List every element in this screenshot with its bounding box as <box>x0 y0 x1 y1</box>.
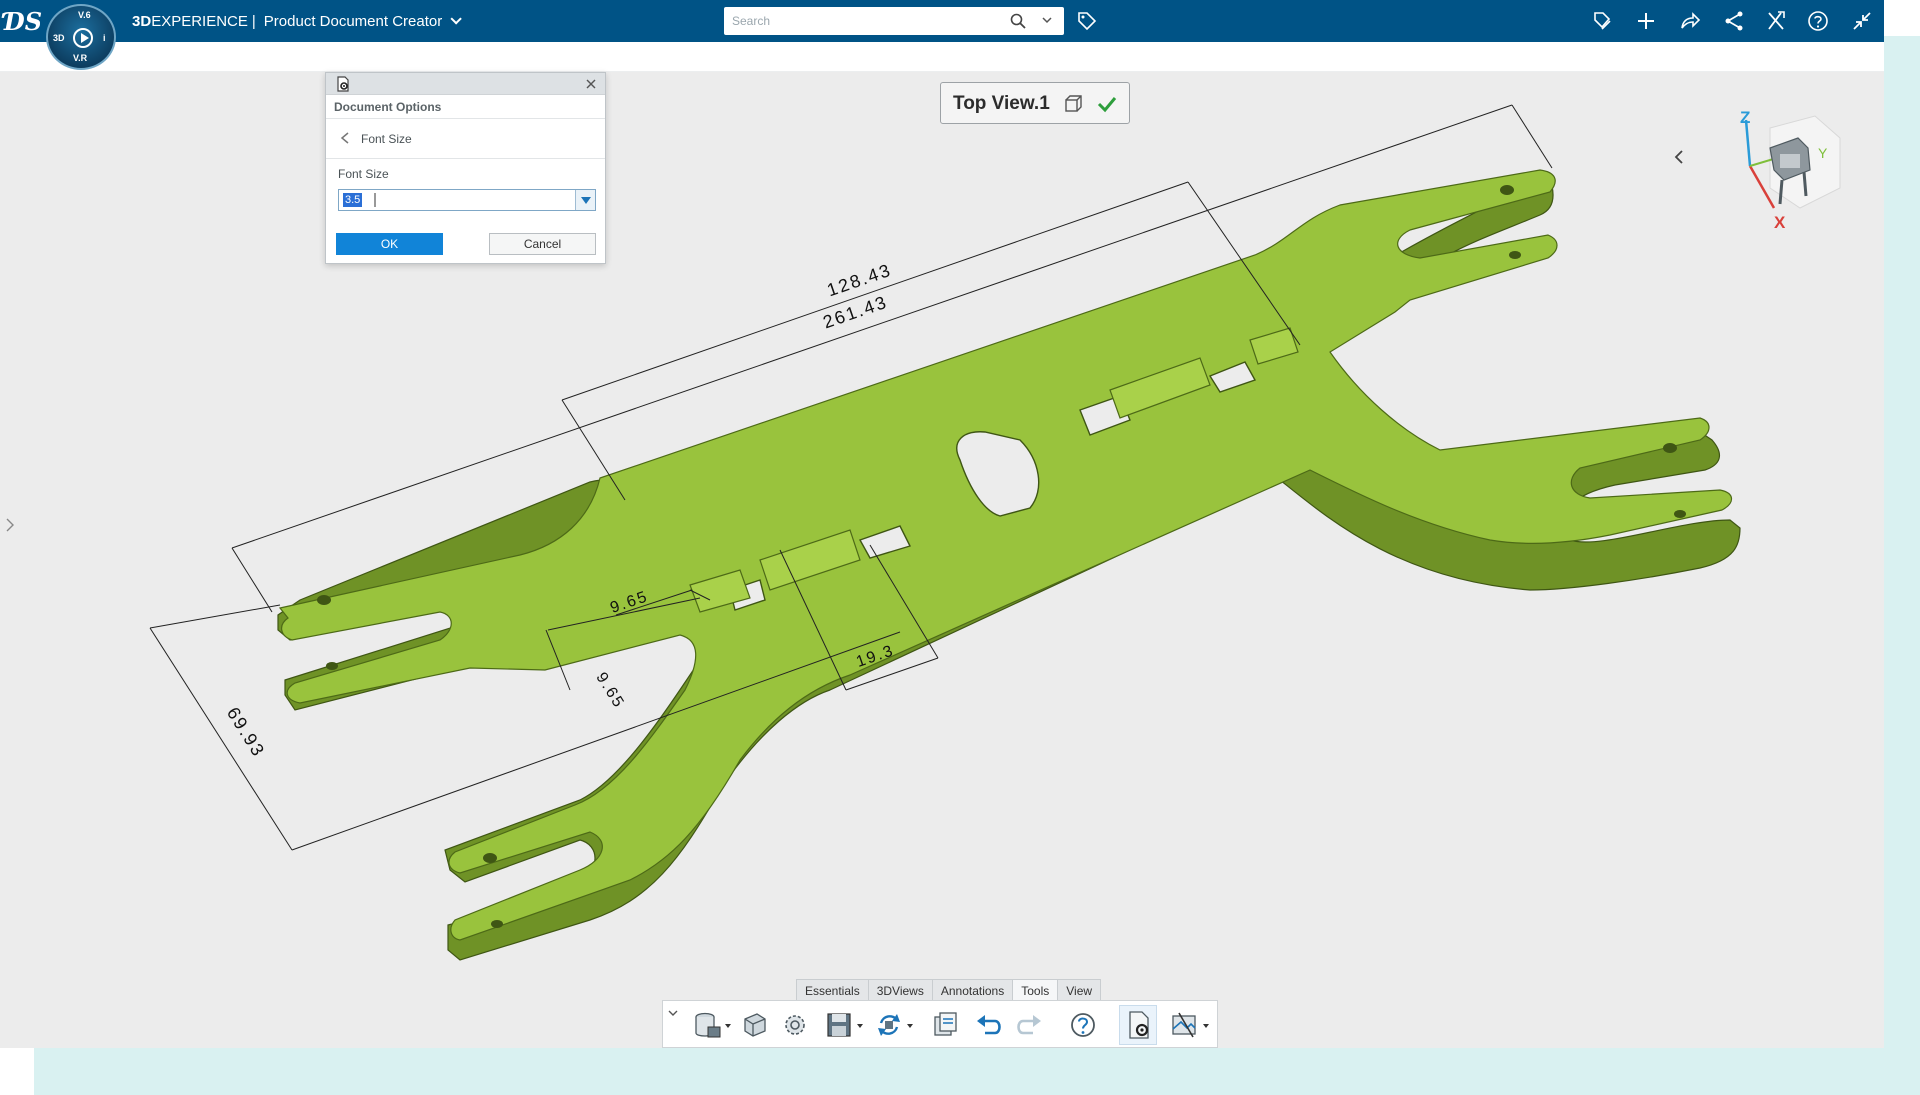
search-box <box>724 7 1064 35</box>
check-icon[interactable] <box>1096 93 1118 115</box>
top-bar: ƊS 3D EXPERIENCE | Product Document Creat… <box>0 0 1884 42</box>
chevron-right-icon[interactable] <box>4 516 16 534</box>
font-size-label: Font Size <box>338 167 389 181</box>
axis-z-label: Z <box>1740 108 1750 127</box>
brand-rest: EXPERIENCE <box>151 12 248 30</box>
help-icon[interactable] <box>1067 1009 1099 1041</box>
axis-y-label: Y <box>1818 145 1828 161</box>
update-icon[interactable] <box>873 1009 905 1041</box>
chevron-down-icon[interactable] <box>1042 15 1052 25</box>
tab-annotations[interactable]: Annotations <box>931 979 1014 1001</box>
document-settings-icon <box>337 76 349 92</box>
compass-top-label: V.6 <box>78 10 91 20</box>
collapse-window-icon[interactable] <box>1850 9 1874 33</box>
dropdown-arrow-icon[interactable] <box>725 1023 731 1029</box>
ds-logo-icon[interactable]: ƊS <box>4 3 42 39</box>
play-icon[interactable] <box>73 28 93 48</box>
dropdown-arrow-icon[interactable] <box>1203 1023 1209 1029</box>
search-input[interactable] <box>732 11 1002 31</box>
action-bar-tabs: Essentials 3DViews Annotations Tools Vie… <box>796 979 1102 1001</box>
text-cursor-icon <box>374 193 376 207</box>
divider <box>326 118 605 119</box>
edit-tag-icon[interactable] <box>1590 9 1614 33</box>
document-options-dialog: Document Options Font Size Font Size 3.5… <box>325 72 606 264</box>
share-icon[interactable] <box>1722 9 1746 33</box>
redo-icon[interactable] <box>1013 1009 1045 1041</box>
compass-left-label: 3D <box>53 33 65 43</box>
tag-icon[interactable] <box>1076 10 1098 32</box>
close-icon[interactable] <box>584 77 598 91</box>
dialog-header[interactable] <box>326 73 605 95</box>
compass-bottom-label: V.R <box>73 53 88 63</box>
compass-icon[interactable]: V.6 3D i V.R <box>46 4 116 70</box>
tab-essentials[interactable]: Essentials <box>796 979 869 1001</box>
font-size-select[interactable]: 3.5 <box>338 189 596 211</box>
outer-frame-corner <box>0 1048 34 1095</box>
dropdown-arrow-icon[interactable] <box>857 1023 863 1029</box>
dropdown-arrow-icon[interactable] <box>907 1023 913 1029</box>
font-size-value[interactable]: 3.5 <box>343 193 363 207</box>
3d-viewport[interactable]: 128.43 261.43 9.65 9.65 19.3 69.93 <box>0 72 1884 1048</box>
axis-x-label: X <box>1774 213 1786 232</box>
tab-3dviews[interactable]: 3DViews <box>867 979 933 1001</box>
part-shape-icon[interactable] <box>739 1009 771 1041</box>
tab-view[interactable]: View <box>1057 979 1102 1001</box>
plus-icon[interactable] <box>1634 9 1658 33</box>
gear-icon[interactable] <box>779 1009 811 1041</box>
brand-bold: 3D <box>132 12 152 30</box>
brand-separator: | <box>251 12 256 30</box>
view-label-text: Top View.1 <box>953 93 1050 114</box>
robot-compass-icon[interactable]: Z Y X <box>1730 108 1850 238</box>
chevron-left-icon[interactable] <box>340 132 350 144</box>
ok-button[interactable]: OK <box>336 233 443 255</box>
document-settings-icon[interactable] <box>1123 1009 1155 1041</box>
help-icon[interactable] <box>1806 9 1830 33</box>
divider <box>326 158 605 159</box>
share-arrow-icon[interactable] <box>1678 9 1702 33</box>
chevron-down-icon[interactable] <box>667 1007 679 1019</box>
compass-right-label: i <box>103 33 106 43</box>
save-icon[interactable] <box>823 1009 855 1041</box>
action-bar <box>662 1000 1218 1048</box>
search-icon[interactable] <box>1010 13 1026 29</box>
back-link[interactable]: Font Size <box>361 132 412 146</box>
app-brand[interactable]: 3D EXPERIENCE | Product Document Creator <box>132 11 462 31</box>
part-model[interactable] <box>0 72 1884 1048</box>
3d-box-icon[interactable] <box>1063 94 1083 114</box>
outer-frame-bottom <box>34 1048 1920 1095</box>
tab-tools[interactable]: Tools <box>1012 979 1059 1001</box>
tools-icon[interactable] <box>1764 9 1788 33</box>
dropdown-arrow-icon[interactable] <box>575 190 595 210</box>
chevron-down-icon[interactable] <box>450 13 462 25</box>
undo-icon[interactable] <box>973 1009 1005 1041</box>
chevron-left-icon[interactable] <box>1672 148 1686 166</box>
sub-bar <box>0 42 1884 72</box>
cancel-button[interactable]: Cancel <box>489 233 596 255</box>
view-settings-icon[interactable] <box>1169 1009 1201 1041</box>
dialog-title: Document Options <box>334 100 442 114</box>
database-icon[interactable] <box>691 1009 723 1041</box>
document-copy-icon[interactable] <box>929 1009 961 1041</box>
outer-frame-right <box>1884 36 1920 1095</box>
view-label[interactable]: Top View.1 <box>940 82 1130 124</box>
app-title: Product Document Creator <box>263 12 443 30</box>
